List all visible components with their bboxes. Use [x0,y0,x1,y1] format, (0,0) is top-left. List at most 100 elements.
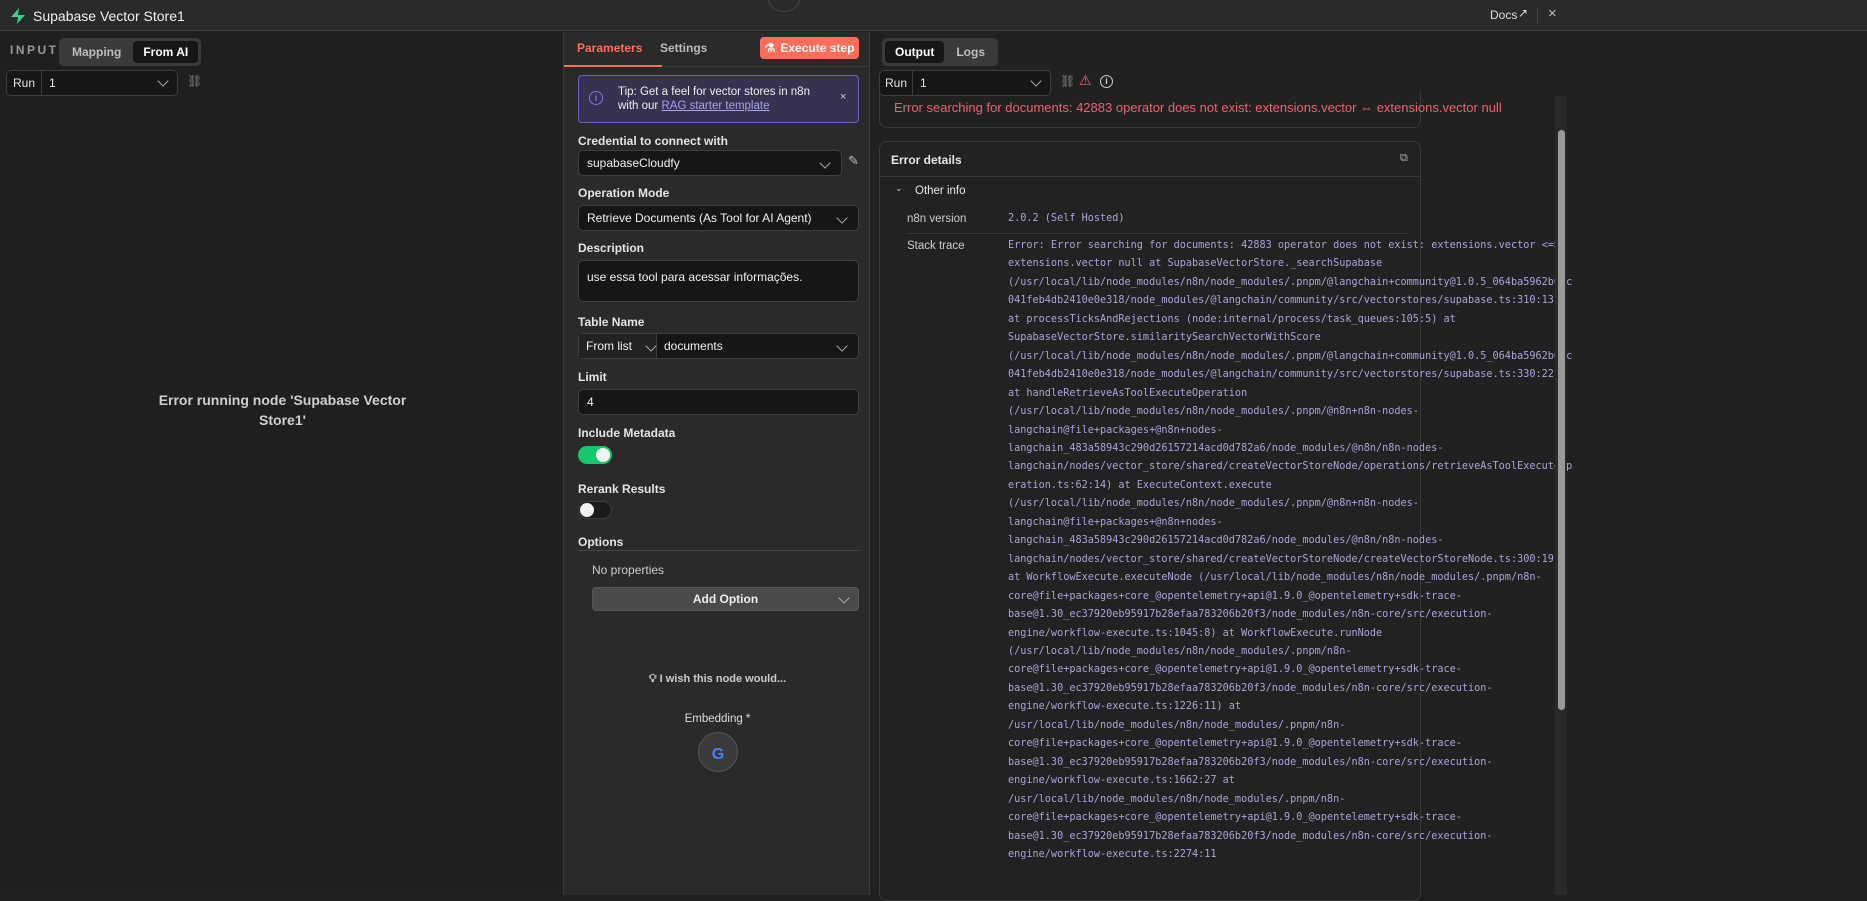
stack-trace-line: langchain/nodes/vector_store/shared/crea… [1008,553,1561,565]
stack-trace-line: engine/workflow-execute.ts:1662:27 at [1008,775,1235,787]
scrollbar-thumb[interactable] [1558,130,1565,710]
embedding-label: Embedding * [684,713,751,725]
stack-trace-line: langchain_483a58943c290d26157214acd0d782… [1008,442,1444,454]
tab-parameters[interactable]: Parameters [577,41,642,55]
parameters-panel: Parameters Settings ⚗ Execute step i Tip:… [563,32,871,895]
execute-step-label: Execute step [780,41,855,55]
stack-trace-line: core@file+packages+core_@opentelemetry+a… [1008,664,1462,676]
stack-trace-line: at WorkflowExecute.executeNode (/usr/loc… [1008,572,1542,584]
stack-trace-line: engine/workflow-execute.ts:1045:8) at Wo… [1008,627,1383,639]
link-icon[interactable]: ⛓ [187,74,202,88]
stack-trace-line: (/usr/local/lib/node_modules/n8n/node_mo… [1008,350,1573,362]
credential-select[interactable]: supabaseCloudfy [578,150,842,176]
stack-trace-line: core@file+packages+core_@opentelemetry+a… [1008,738,1462,750]
divider [907,233,1407,234]
node-title: Supabase Vector Store1 [33,8,185,24]
stack-trace-line: 041feb4db2410e0e318/node_modules/@langch… [1008,295,1561,307]
stack-trace-label: Stack trace [907,240,965,252]
execute-step-button[interactable]: ⚗ Execute step [760,37,859,59]
edit-pencil-icon[interactable]: ✎ [848,153,859,169]
google-embedding-node-icon[interactable]: G [698,732,738,772]
warning-icon: ⚠ [1079,72,1092,88]
info-icon: i [589,91,603,105]
limit-input[interactable]: 4 [578,389,859,415]
stack-trace-line: at handleRetrieveAsToolExecuteOperation [1008,387,1248,399]
stack-trace-line: extensions.vector null at SupabaseVector… [1008,258,1383,270]
run-value: 1 [920,76,927,90]
stack-trace-line: (/usr/local/lib/node_modules/n8n/node_mo… [1008,406,1419,418]
operation-mode-label: Operation Mode [578,186,670,200]
input-panel: INPUT Mapping From AI Run 1 ⛓ Error runn… [0,32,563,895]
tab-mapping[interactable]: Mapping [62,41,131,63]
tab-from-ai[interactable]: From AI [133,41,199,63]
stack-trace-line: langchain@file+packages+@n8n+nodes- [1008,516,1223,528]
table-name-field: From list documents [578,333,859,359]
tab-output[interactable]: Output [885,41,945,63]
output-tabs: Output Logs [882,38,998,66]
description-label: Description [578,241,645,255]
description-textarea[interactable]: use essa tool para acessar informações. [578,260,859,302]
node-header: Supabase Vector Store1 Docs ↗ × [0,0,1867,31]
rerank-results-toggle[interactable] [578,501,612,519]
feedback-link[interactable]: 💡︎ I wish this node would... [564,673,871,686]
stack-trace-line: (/usr/local/lib/node_modules/n8n/node_mo… [1008,276,1573,288]
scrollbar[interactable] [1555,96,1567,895]
rag-template-link[interactable]: RAG starter template [661,100,769,112]
stack-trace-line: core@file+packages+core_@opentelemetry+a… [1008,812,1462,824]
stack-trace-line: langchain/nodes/vector_store/shared/crea… [1008,461,1573,473]
version-value: 2.0.2 (Self Hosted) [1008,213,1125,224]
flask-icon: ⚗ [764,41,776,55]
chevron-down-icon [1030,75,1042,87]
include-metadata-label: Include Metadata [578,426,676,440]
error-details-title: Error details [891,153,962,167]
divider [1537,7,1538,24]
run-value: 1 [49,76,56,90]
info-icon[interactable]: i [1100,75,1113,88]
include-metadata-toggle[interactable] [578,446,612,464]
close-tip-icon[interactable]: × [840,91,846,103]
input-mode-toggle: Mapping From AI [59,38,202,66]
divider [578,550,859,551]
stack-trace-line: langchain_483a58943c290d26157214acd0d782… [1008,535,1444,547]
table-name-value[interactable]: documents [657,339,723,353]
tip-banner: i Tip: Get a feel for vector stores in n… [578,75,859,123]
stack-trace-line: Error: Error searching for documents: 42… [1008,240,1561,251]
other-info-toggle[interactable]: Other info [915,185,966,197]
stack-trace-line: /usr/local/lib/node_modules/n8n/node_mod… [1008,719,1346,731]
chevron-down-icon[interactable]: ⌄ [895,183,903,194]
stack-trace-line: (/usr/local/lib/node_modules/n8n/node_mo… [1008,645,1352,657]
stack-trace: Error: Error searching for documents: 42… [1008,237,1572,864]
run-label: Run [7,71,43,95]
credential-value: supabaseCloudfy [587,156,680,170]
limit-label: Limit [578,370,607,384]
operation-mode-value: Retrieve Documents (As Tool for AI Agent… [587,211,812,225]
tab-logs[interactable]: Logs [946,41,995,63]
drag-handle[interactable] [768,0,800,12]
add-option-button[interactable]: Add Option [592,587,859,611]
close-icon[interactable]: × [1548,5,1557,22]
stack-trace-line: engine/workflow-execute.ts:1226:11) at [1008,701,1242,713]
stack-trace-line: base@1.30_ec37920eb95917b28efaa783206b20… [1008,682,1493,694]
stack-trace-line: SupabaseVectorStore.similaritySearchVect… [1008,332,1321,344]
output-panel: Output Logs Run 1 ⛓ ⚠ i Error searching … [870,32,1572,901]
operation-mode-select[interactable]: Retrieve Documents (As Tool for AI Agent… [578,205,859,231]
error-details-card: Error details ⧉ ⌄ Other info n8n version… [879,141,1572,901]
tab-settings[interactable]: Settings [660,41,707,55]
external-link-icon: ↗ [1518,6,1529,20]
input-run-select[interactable]: Run 1 [6,70,178,96]
copy-icon[interactable]: ⧉ [1400,152,1408,165]
chevron-down-icon [819,157,831,169]
credential-label: Credential to connect with [578,134,729,148]
stack-trace-line: engine/workflow-execute.ts:2274:11 [1008,848,1217,860]
rerank-results-label: Rerank Results [578,482,666,496]
link-icon[interactable]: ⛓ [1060,74,1075,88]
wish-label: I wish this node would... [659,673,787,685]
docs-link[interactable]: Docs [1490,8,1517,22]
error-message: Error searching for documents: 42883 ope… [894,100,1502,115]
error-message-card: Error searching for documents: 42883 ope… [879,92,1502,128]
chevron-down-icon [838,592,850,604]
description-value: use essa tool para acessar informações. [587,270,803,284]
stack-trace-line: 041feb4db2410e0e318/node_modules/@langch… [1008,369,1561,381]
stack-trace-line: core@file+packages+core_@opentelemetry+a… [1008,590,1462,602]
stack-trace-line: base@1.30_ec37920eb95917b28efaa783206b20… [1008,756,1493,768]
